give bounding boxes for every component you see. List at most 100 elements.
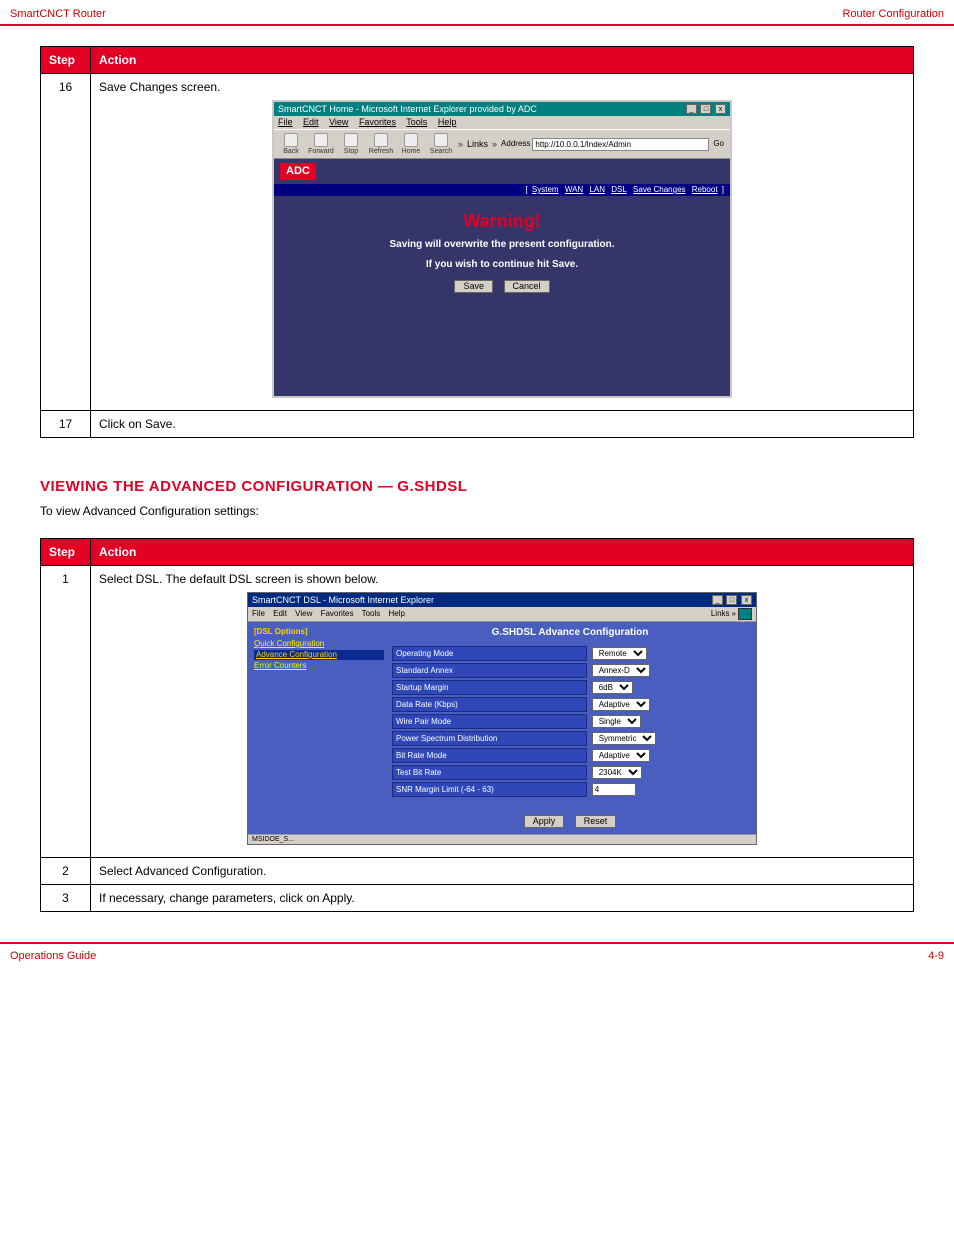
window-controls[interactable]: _ □ x xyxy=(685,104,726,114)
warning-panel: Warning! Saving will overwrite the prese… xyxy=(274,196,730,396)
operating-mode-select[interactable]: Remote xyxy=(592,647,647,660)
maximize-icon[interactable]: □ xyxy=(700,104,711,114)
sidebar-error-counters[interactable]: Error Counters xyxy=(254,662,384,670)
startup-margin-select[interactable]: 6dB xyxy=(592,681,633,694)
step-number: 17 xyxy=(41,411,91,438)
back-button[interactable]: Back xyxy=(278,133,304,155)
apply-button[interactable]: Apply xyxy=(524,815,565,828)
close-icon[interactable]: x xyxy=(741,595,752,605)
window-title: SmartCNCT DSL - Microsoft Internet Explo… xyxy=(252,596,434,605)
search-icon xyxy=(434,133,448,147)
ie-menu-bar: File Edit View Favorites Tools Help Link… xyxy=(248,607,756,622)
links-label[interactable]: Links xyxy=(711,610,730,618)
menu-favorites[interactable]: Favorites xyxy=(359,117,396,127)
minimize-icon[interactable]: _ xyxy=(686,104,697,114)
nav-wan[interactable]: WAN xyxy=(565,185,583,194)
cfg-label-standard-annex: Standard Annex xyxy=(392,663,587,678)
cfg-label-startup-margin: Startup Margin xyxy=(392,680,587,695)
step-action: Select Advanced Configuration. xyxy=(91,858,914,885)
reset-button[interactable]: Reset xyxy=(575,815,617,828)
col-header-action: Action xyxy=(91,47,914,74)
menu-tools[interactable]: Tools xyxy=(362,609,381,618)
test-bit-rate-select[interactable]: 2304K xyxy=(592,766,642,779)
menu-edit[interactable]: Edit xyxy=(273,609,287,618)
table-row: 3 If necessary, change parameters, click… xyxy=(41,885,914,912)
col-header-step: Step xyxy=(41,47,91,74)
ie-warning-window: SmartCNCT Home - Microsoft Internet Expl… xyxy=(272,100,732,398)
cfg-label-wire-pair: Wire Pair Mode xyxy=(392,714,587,729)
warning-line1: Saving will overwrite the present config… xyxy=(284,240,720,250)
forward-button[interactable]: Forward xyxy=(308,133,334,155)
snr-margin-input[interactable] xyxy=(592,783,636,796)
go-button[interactable]: Go xyxy=(711,140,726,148)
search-button[interactable]: Search xyxy=(428,133,454,155)
advanced-config-table: Step Action 1 Select DSL. The default DS… xyxy=(40,538,914,912)
step-number: 3 xyxy=(41,885,91,912)
table-row: 16 Save Changes screen. SmartCNCT Home -… xyxy=(41,74,914,411)
back-icon xyxy=(284,133,298,147)
step-action: If necessary, change parameters, click o… xyxy=(91,885,914,912)
window-titlebar: SmartCNCT DSL - Microsoft Internet Explo… xyxy=(248,593,756,607)
data-rate-select[interactable]: Adaptive xyxy=(592,698,650,711)
menu-tools[interactable]: Tools xyxy=(406,117,427,127)
minimize-icon[interactable]: _ xyxy=(712,595,723,605)
chevron-right-icon[interactable]: » xyxy=(458,140,463,149)
col-header-step: Step xyxy=(41,539,91,566)
menu-file[interactable]: File xyxy=(278,117,293,127)
ie-menu-bar[interactable]: File Edit View Favorites Tools Help xyxy=(274,116,730,129)
standard-annex-select[interactable]: Annex-D xyxy=(592,664,650,677)
nav-reboot[interactable]: Reboot xyxy=(692,185,718,194)
forward-icon xyxy=(314,133,328,147)
menu-view[interactable]: View xyxy=(295,609,312,618)
table-row: 2 Select Advanced Configuration. xyxy=(41,858,914,885)
window-controls[interactable]: _ □ x xyxy=(711,595,752,605)
header-left: SmartCNCT Router xyxy=(10,8,106,20)
bit-rate-mode-select[interactable]: Adaptive xyxy=(592,749,650,762)
config-title: G.SHDSL Advance Configuration xyxy=(390,628,750,638)
step-caption: Save Changes screen. xyxy=(99,80,905,94)
sidebar-advance-config[interactable]: Advance Configuration xyxy=(254,650,384,660)
cancel-button[interactable]: Cancel xyxy=(504,280,550,293)
nav-dsl[interactable]: DSL xyxy=(611,185,627,194)
sidebar-quick-config[interactable]: Quick Configuration xyxy=(254,640,384,648)
window-title: SmartCNCT Home - Microsoft Internet Expl… xyxy=(278,105,537,114)
refresh-button[interactable]: Refresh xyxy=(368,133,394,155)
section-heading-suffix: G.SHDSL xyxy=(397,478,467,495)
wire-pair-select[interactable]: Single xyxy=(592,715,641,728)
menu-favorites[interactable]: Favorites xyxy=(321,609,354,618)
dsl-sidebar: [DSL Options] Quick Configuration Advanc… xyxy=(254,628,384,828)
footer-right: 4-9 xyxy=(928,950,944,962)
header-right: Router Configuration xyxy=(842,8,944,20)
adc-logo: ADC xyxy=(280,163,316,180)
section-heading-prefix: VIEWING THE ADVANCED CONFIGURATION xyxy=(40,478,373,495)
close-icon[interactable]: x xyxy=(715,104,726,114)
stop-icon xyxy=(344,133,358,147)
maximize-icon[interactable]: □ xyxy=(726,595,737,605)
config-form: Operating Mode Remote Standard Annex Ann… xyxy=(390,644,750,799)
address-input[interactable] xyxy=(532,138,709,151)
menu-help[interactable]: Help xyxy=(389,609,405,618)
chevron-right-icon[interactable]: » xyxy=(492,140,497,149)
col-header-action: Action xyxy=(91,539,914,566)
nav-save-changes[interactable]: Save Changes xyxy=(633,185,685,194)
refresh-icon xyxy=(374,133,388,147)
warning-title: Warning! xyxy=(284,212,720,230)
menu-edit[interactable]: Edit xyxy=(303,117,319,127)
nav-lan[interactable]: LAN xyxy=(589,185,605,194)
menu-help[interactable]: Help xyxy=(438,117,457,127)
section-subtext: To view Advanced Configuration settings: xyxy=(40,504,914,518)
ie-toolbar: Back Forward Stop Refresh Home Search » … xyxy=(274,129,730,159)
menu-file[interactable]: File xyxy=(252,609,265,618)
cfg-label-power-spectrum: Power Spectrum Distribution xyxy=(392,731,587,746)
stop-button[interactable]: Stop xyxy=(338,133,364,155)
home-button[interactable]: Home xyxy=(398,133,424,155)
logo-bar: ADC xyxy=(274,159,730,184)
save-button[interactable]: Save xyxy=(454,280,493,293)
step-number: 16 xyxy=(41,74,91,411)
nav-system[interactable]: System xyxy=(532,185,559,194)
power-spectrum-select[interactable]: Symmetric xyxy=(592,732,656,745)
sidebar-heading: [DSL Options] xyxy=(254,628,384,636)
save-changes-table: Step Action 16 Save Changes screen. Smar… xyxy=(40,46,914,438)
step-action: Click on Save. xyxy=(91,411,914,438)
menu-view[interactable]: View xyxy=(329,117,348,127)
